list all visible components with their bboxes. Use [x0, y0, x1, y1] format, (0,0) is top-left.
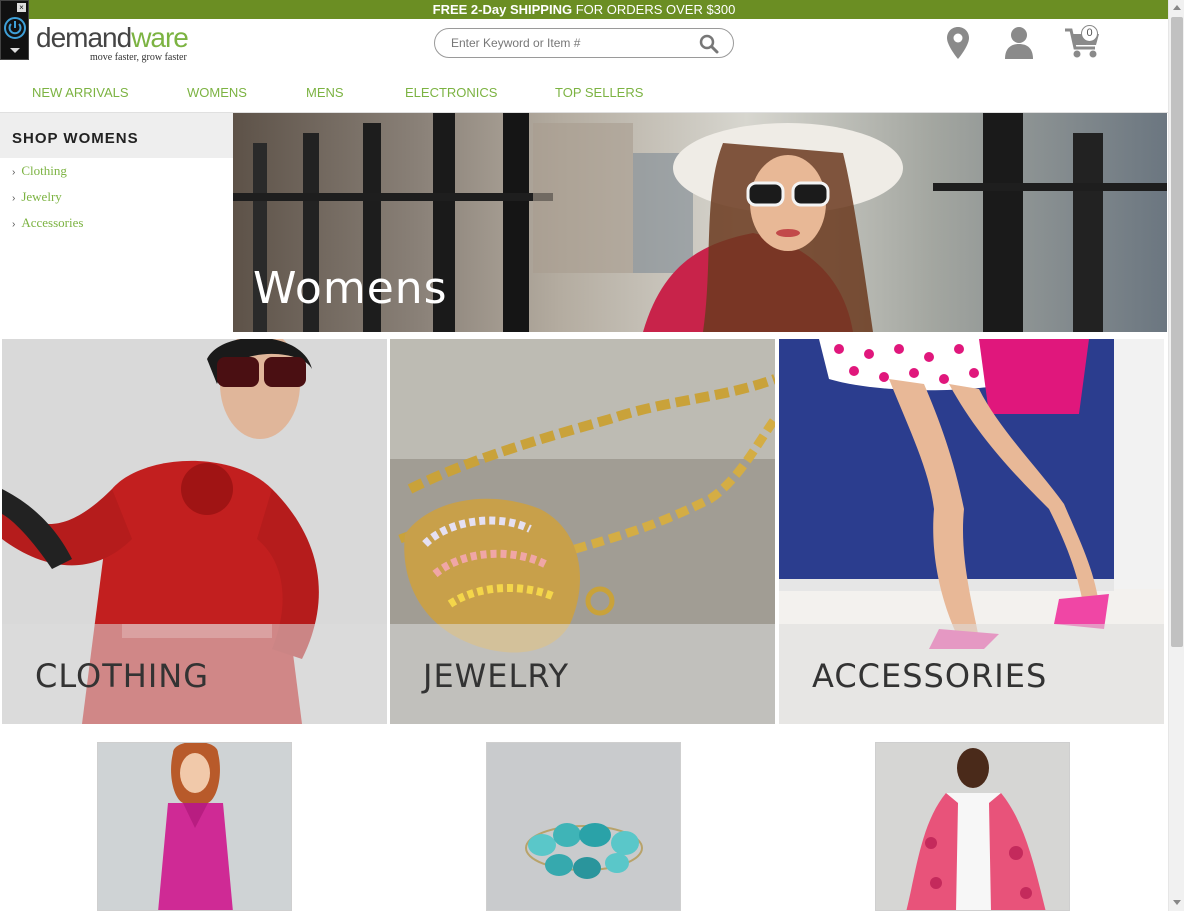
search-icon[interactable]: [699, 34, 719, 54]
close-icon[interactable]: ×: [17, 3, 26, 12]
promo-strong-1: FREE 2-Day: [432, 2, 507, 17]
brand-name-part1: demand: [36, 22, 132, 53]
product-image: [487, 743, 680, 910]
page-scrollbar[interactable]: [1168, 0, 1184, 911]
chevron-right-icon: ›: [12, 167, 16, 178]
nav-item-mens[interactable]: MENS: [306, 85, 344, 100]
sidebar-list: › Clothing › Jewelry › Accessories: [12, 163, 83, 241]
power-icon[interactable]: [4, 17, 26, 39]
sidebar-item-label: Accessories: [21, 215, 84, 230]
user-icon[interactable]: [1002, 26, 1036, 60]
sidebar-item-jewelry[interactable]: › Jewelry: [12, 189, 83, 215]
product-image: [98, 743, 291, 910]
sidebar-item-label: Clothing: [21, 163, 67, 178]
category-label: JEWELRY: [423, 657, 570, 695]
nav-item-new-arrivals[interactable]: NEW ARRIVALS: [32, 85, 129, 100]
product-card[interactable]: [486, 742, 681, 911]
search-input[interactable]: [449, 34, 689, 52]
sidebar-header: SHOP WOMENS: [0, 113, 233, 158]
product-card[interactable]: [875, 742, 1070, 911]
chevron-right-icon: ›: [12, 219, 16, 230]
brand-logo[interactable]: demandware move faster, grow faster: [30, 22, 210, 66]
scrollbar-thumb[interactable]: [1171, 17, 1183, 647]
hero-title: Womens: [253, 263, 448, 314]
main-nav: NEW ARRIVALS WOMENS MENS ELECTRONICS TOP…: [0, 80, 1168, 112]
sidebar-item-label: Jewelry: [21, 189, 62, 204]
sidebar-heading: SHOP WOMENS: [12, 130, 139, 147]
nav-item-electronics[interactable]: ELECTRONICS: [405, 85, 497, 100]
nav-item-top-sellers[interactable]: TOP SELLERS: [555, 85, 643, 100]
scroll-up-icon[interactable]: [1173, 5, 1181, 10]
category-label: CLOTHING: [35, 657, 209, 695]
category-sidebar: SHOP WOMENS › Clothing › Jewelry › Accessor…: [0, 113, 233, 333]
promo-text: FOR ORDERS OVER $300: [575, 2, 736, 17]
map-pin-icon[interactable]: [946, 26, 970, 60]
promo-strong-2: SHIPPING: [509, 2, 573, 17]
promo-banner: FREE 2-Day SHIPPING FOR ORDERS OVER $300: [0, 0, 1168, 19]
category-tile-jewelry[interactable]: JEWELRY: [390, 339, 775, 724]
hero-banner[interactable]: Womens: [233, 113, 1167, 332]
nav-item-womens[interactable]: WOMENS: [187, 85, 247, 100]
search-box: [434, 28, 734, 58]
chevron-down-icon[interactable]: [10, 48, 20, 53]
power-widget[interactable]: ×: [0, 0, 29, 60]
sidebar-item-clothing[interactable]: › Clothing: [12, 163, 83, 189]
page: FREE 2-Day SHIPPING FOR ORDERS OVER $300…: [0, 0, 1184, 911]
category-label: ACCESSORIES: [812, 657, 1048, 695]
product-card[interactable]: [97, 742, 292, 911]
category-tile-accessories[interactable]: ACCESSORIES: [779, 339, 1164, 724]
chevron-right-icon: ›: [12, 193, 16, 204]
brand-name: demandware: [36, 22, 189, 54]
brand-tagline: move faster, grow faster: [90, 52, 187, 63]
category-tile-clothing[interactable]: CLOTHING: [2, 339, 387, 724]
brand-name-part2: ware: [131, 22, 189, 53]
product-image: [876, 743, 1069, 910]
cart-count-badge: 0: [1081, 25, 1098, 42]
sidebar-item-accessories[interactable]: › Accessories: [12, 215, 83, 241]
scroll-down-icon[interactable]: [1173, 900, 1181, 905]
